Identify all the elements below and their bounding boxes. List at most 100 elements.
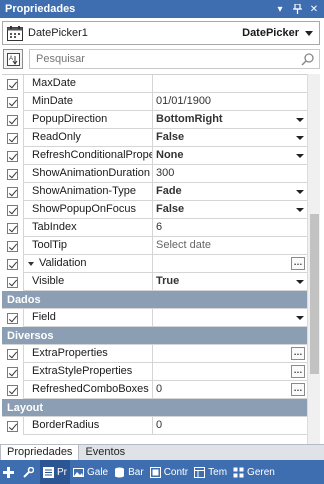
property-value[interactable]: 6 [153,219,307,236]
property-name: RefreshConditionalProperties [24,147,153,164]
property-row-extraproperties[interactable]: ExtraProperties … [2,345,307,363]
property-value[interactable] [153,75,307,92]
ellipsis-button[interactable]: … [291,347,305,360]
property-value[interactable]: 01/01/1900 [153,93,307,110]
property-value[interactable]: … [153,345,307,362]
checkbox[interactable] [2,201,24,219]
property-value-dropdown[interactable]: False [153,129,307,146]
wrench-icon [23,466,34,478]
chevron-down-icon[interactable] [296,280,304,284]
tools-icon-button[interactable] [20,460,40,484]
categorize-button[interactable]: A [3,49,23,69]
property-value-dropdown[interactable]: BottomRight [153,111,307,128]
panel-tabs: Propriedades Eventos [0,444,324,460]
checkbox[interactable] [2,93,24,111]
close-icon[interactable]: ✕ [307,2,321,16]
checkbox[interactable] [2,273,24,291]
checkbox[interactable] [2,417,24,435]
chevron-down-icon[interactable] [296,190,304,194]
property-value[interactable]: 0… [153,381,307,398]
property-value[interactable]: … [153,255,307,272]
dropdown-arrow-icon[interactable]: ▾ [273,2,287,16]
property-value-dropdown[interactable] [153,309,307,326]
property-row-refreshedcomboboxes[interactable]: RefreshedComboBoxes 0… [2,381,307,399]
chevron-down-icon[interactable] [296,118,304,122]
property-row-showpopuponfocus[interactable]: ShowPopupOnFocus False [2,201,307,219]
property-row-popupdirection[interactable]: PopupDirection BottomRight [2,111,307,129]
property-value[interactable]: … [153,363,307,380]
checkbox[interactable] [2,183,24,201]
expandable-property[interactable]: Validation [24,255,153,272]
search-icon[interactable] [301,52,315,66]
property-value: Fade [156,185,182,197]
checkbox[interactable] [2,237,24,255]
scrollbar-thumb[interactable] [310,214,319,374]
tab-properties[interactable]: Propriedades [0,445,80,460]
property-value[interactable]: Select date [153,237,307,254]
toolbar-item-controls[interactable]: Contr [147,460,191,484]
add-icon-button[interactable] [0,460,20,484]
search-field[interactable] [29,49,320,69]
toolbar-item-manager[interactable]: Geren [230,460,278,484]
toolbar-label: Gale [87,466,109,478]
vertical-scrollbar[interactable] [307,74,320,444]
category-header-layout[interactable]: Layout [2,399,307,417]
property-row-mindate[interactable]: MinDate 01/01/1900 [2,93,307,111]
property-grid: MaxDate MinDate 01/01/1900 PopupDirectio… [2,74,307,444]
toolbar-label: Tem [208,466,228,478]
property-row-field[interactable]: Field [2,309,307,327]
checkbox[interactable] [2,309,24,327]
checkbox[interactable] [2,129,24,147]
toolbar-item-bar[interactable]: Bar [111,460,147,484]
toolbar-item-templates[interactable]: Tem [191,460,230,484]
property-row-validation[interactable]: Validation … [2,255,307,273]
checkbox[interactable] [2,165,24,183]
component-selector[interactable]: DatePicker1 DatePicker [2,21,320,45]
toolbar-item-gallery[interactable]: Gale [70,460,111,484]
chevron-down-icon[interactable] [296,136,304,140]
category-header-dados[interactable]: Dados [2,291,307,309]
checkbox[interactable] [2,75,24,93]
property-row-visible[interactable]: Visible True [2,273,307,291]
property-value: False [156,203,185,215]
checkbox[interactable] [2,111,24,129]
checkbox[interactable] [2,219,24,237]
checkbox[interactable] [2,345,24,363]
property-name: BorderRadius [24,417,153,434]
property-row-readonly[interactable]: ReadOnly False [2,129,307,147]
property-value: BottomRight [156,113,223,125]
ellipsis-button[interactable]: … [291,383,305,396]
checkbox[interactable] [2,255,24,273]
property-value-dropdown[interactable]: True [153,273,307,290]
chevron-down-icon[interactable] [296,316,304,320]
checkbox[interactable] [2,381,24,399]
search-input[interactable] [30,53,319,65]
property-row-showanimationduration[interactable]: ShowAnimationDuration 300 [2,165,307,183]
property-value[interactable]: 0 [153,417,307,434]
property-row-showanimationtype[interactable]: ShowAnimation-Type Fade [2,183,307,201]
ellipsis-button[interactable]: … [291,365,305,378]
property-row-borderradius[interactable]: BorderRadius 0 [2,417,307,435]
property-row-maxdate[interactable]: MaxDate [2,75,307,93]
pin-icon[interactable] [290,2,304,16]
property-name: ExtraStyleProperties [24,363,153,380]
property-value-dropdown[interactable]: Fade [153,183,307,200]
expand-arrow-icon[interactable] [28,261,34,266]
checkbox[interactable] [2,147,24,165]
chevron-down-icon[interactable] [296,154,304,158]
checkbox[interactable] [2,363,24,381]
property-row-refreshconditional[interactable]: RefreshConditionalProperties None [2,147,307,165]
toolbar-item-properties[interactable]: Pr [40,460,70,484]
chevron-down-icon[interactable] [305,30,313,36]
property-row-tooltip[interactable]: ToolTip Select date [2,237,307,255]
ellipsis-button[interactable]: … [291,257,305,270]
property-value-text: 0 [156,383,163,395]
property-value[interactable]: 300 [153,165,307,182]
property-value-dropdown[interactable]: False [153,201,307,218]
property-row-extrastyleproperties[interactable]: ExtraStyleProperties … [2,363,307,381]
chevron-down-icon[interactable] [296,208,304,212]
property-row-tabindex[interactable]: TabIndex 6 [2,219,307,237]
property-value-dropdown[interactable]: None [153,147,307,164]
tab-events[interactable]: Eventos [79,445,131,460]
category-header-diversos[interactable]: Diversos [2,327,307,345]
